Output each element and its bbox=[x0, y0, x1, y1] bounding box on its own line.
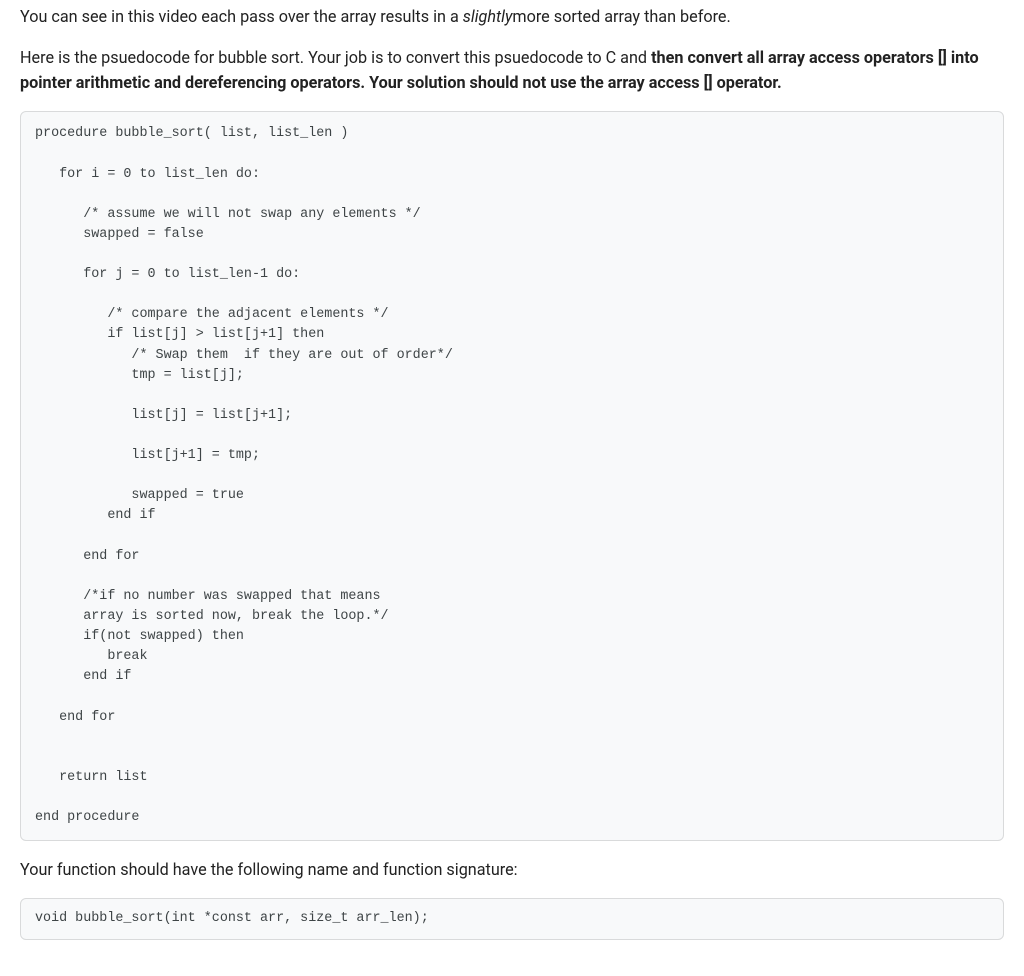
intro-prefix: You can see in this video each pass over… bbox=[20, 7, 463, 26]
intro-paragraph: You can see in this video each pass over… bbox=[20, 4, 1004, 29]
signature-lead: Your function should have the following … bbox=[20, 857, 1004, 882]
task-paragraph: Here is the psuedocode for bubble sort. … bbox=[20, 45, 1004, 95]
function-signature-block: void bubble_sort(int *const arr, size_t … bbox=[20, 898, 1004, 940]
intro-emphasis: slightly bbox=[463, 7, 513, 26]
document-body: You can see in this video each pass over… bbox=[0, 0, 1024, 976]
pseudocode-block: procedure bubble_sort( list, list_len ) … bbox=[20, 111, 1004, 841]
intro-suffix: more sorted array than before. bbox=[512, 7, 730, 26]
task-part1: Here is the psuedocode for bubble sort. … bbox=[20, 48, 651, 67]
